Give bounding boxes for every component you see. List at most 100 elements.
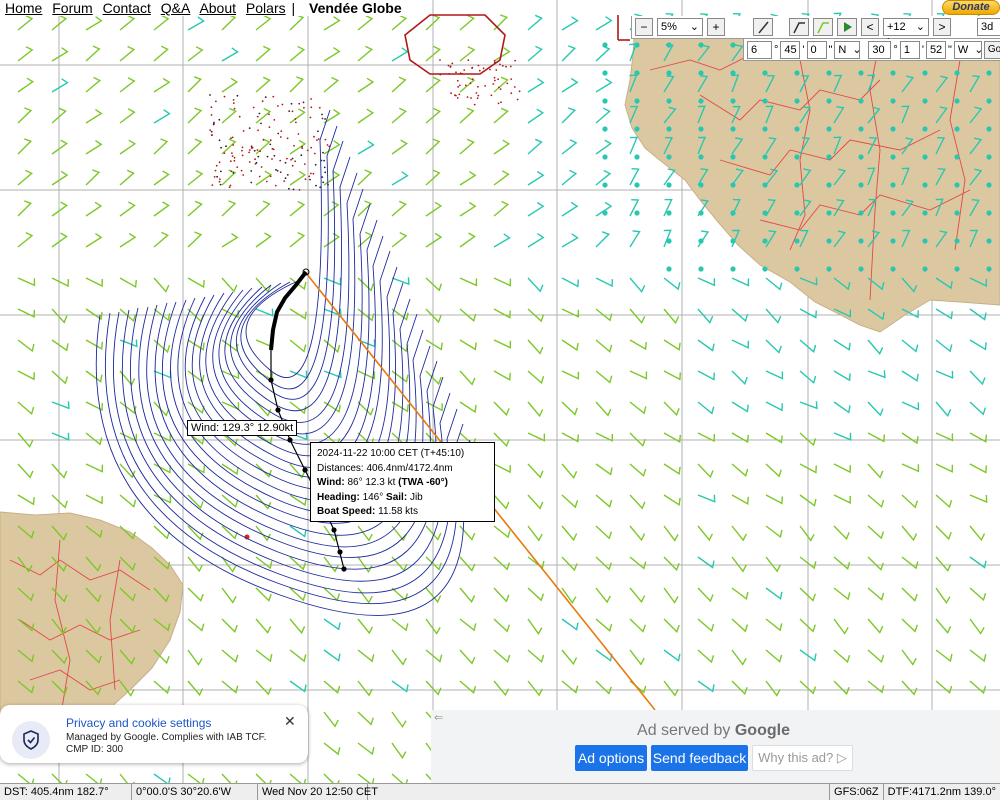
info-sail-value: Jib [409, 491, 423, 503]
wind-barb [731, 587, 749, 601]
measure-tool-icon[interactable] [753, 18, 773, 36]
wind-map[interactable] [0, 0, 1000, 800]
fleet-dot [223, 152, 226, 155]
wind-dot [698, 182, 704, 188]
wind-barb [459, 401, 477, 414]
wind-dot [986, 238, 992, 244]
wind-barb [765, 401, 783, 412]
fleet-dot [478, 69, 481, 72]
wind-barb [493, 401, 510, 417]
lat-min-input[interactable]: 45 [780, 40, 801, 59]
wind-barb [493, 649, 511, 664]
status-date: Wed Nov 20 12:50 CET [258, 784, 378, 800]
duration-select[interactable]: 3d⌄ [977, 18, 1000, 36]
wind-barb [85, 432, 103, 446]
wind-dot [698, 98, 704, 104]
wind-barb [493, 107, 509, 124]
barb-green-icon[interactable] [813, 18, 833, 36]
wind-barb [493, 233, 511, 248]
zoom-in-button[interactable]: + [707, 18, 725, 36]
wind-barb [51, 47, 69, 62]
wind-barb [289, 618, 306, 635]
wind-barb [969, 339, 987, 351]
fleet-dot [473, 103, 476, 106]
wind-dot [794, 154, 800, 160]
track-point [337, 549, 343, 555]
fleet-dot [458, 84, 461, 87]
fleet-dot [317, 138, 320, 140]
play-icon[interactable] [837, 18, 857, 36]
lat-sec-input[interactable]: 0 [806, 40, 827, 59]
nav-polars[interactable]: Polars [246, 0, 286, 16]
fleet-dot [269, 143, 272, 146]
close-icon[interactable]: ✕ [284, 713, 296, 730]
fleet-dot [212, 123, 215, 126]
zoom-select[interactable]: 5% ⌄ [657, 18, 703, 36]
send-feedback-button[interactable]: Send feedback [651, 745, 748, 771]
wind-barb [459, 201, 477, 217]
wind-barb [799, 525, 815, 542]
wind-barb [561, 494, 579, 509]
wind-barb [969, 401, 987, 416]
fleet-dot [306, 149, 309, 152]
donate-button[interactable]: Donate [942, 0, 1000, 15]
fleet-dot [274, 184, 277, 187]
fleet-dot [509, 65, 512, 68]
wind-barb [119, 232, 137, 248]
fleet-dot [250, 147, 253, 149]
fleet-dot [256, 115, 259, 118]
fleet-dot [310, 172, 312, 175]
nav-contact[interactable]: Contact [103, 0, 151, 16]
wind-barb [935, 618, 952, 634]
time-prev-button[interactable]: < [861, 18, 879, 36]
wind-barb [323, 201, 340, 217]
wind-barb [765, 649, 783, 663]
go-button[interactable]: Go! [983, 40, 1000, 59]
nav-home[interactable]: Home [5, 0, 42, 16]
fleet-dot [439, 59, 441, 61]
wind-dot [986, 70, 992, 76]
wind-barb [595, 45, 611, 62]
wind-barb-icon[interactable] [789, 18, 809, 36]
wind-dot [730, 210, 736, 216]
nav-about[interactable]: About [199, 0, 236, 16]
wind-barb [221, 618, 238, 633]
wind-barb [17, 46, 34, 62]
wind-barb [51, 494, 68, 509]
time-step-select[interactable]: +12 h ⌄ [883, 18, 929, 49]
ad-options-button[interactable]: Ad options [575, 745, 647, 771]
lon-sec-input[interactable]: 52 [925, 40, 946, 59]
isochrone-line [240, 125, 338, 390]
nav-forum[interactable]: Forum [52, 0, 92, 16]
info-speed-label: Boat Speed: [317, 506, 376, 517]
lon-deg-input[interactable]: 30 [868, 40, 892, 59]
wind-dot [794, 210, 800, 216]
nav-qa[interactable]: Q&A [161, 0, 191, 16]
lon-hemi-select[interactable]: W ⌄ [953, 40, 983, 59]
fleet-dot [471, 67, 473, 69]
wind-barb [425, 649, 443, 663]
lat-hemi-select[interactable]: N ⌄ [834, 40, 862, 59]
fleet-dot [456, 97, 459, 99]
wind-barb [527, 138, 543, 155]
wind-barb [629, 401, 647, 415]
wind-barb [901, 463, 920, 473]
wind-barb [85, 140, 103, 155]
wind-dot [954, 182, 960, 188]
wind-barb [561, 139, 578, 155]
lat-deg-input[interactable]: 6 [747, 40, 772, 59]
cookie-title[interactable]: Privacy and cookie settings [66, 716, 211, 730]
wind-dot [698, 70, 704, 76]
fleet-dot [497, 102, 500, 105]
fleet-dot [277, 132, 280, 135]
why-this-ad-button[interactable]: Why this ad? ▷ [752, 745, 853, 771]
wind-barb [357, 140, 375, 155]
wind-dot [954, 98, 960, 104]
fleet-dot [284, 177, 287, 180]
time-next-button[interactable]: > [933, 18, 951, 36]
fleet-dot [250, 145, 253, 148]
wind-barb [493, 432, 510, 448]
zoom-out-button[interactable]: − [635, 18, 653, 36]
lon-min-input[interactable]: 1 [899, 40, 920, 59]
fleet-dot [447, 64, 450, 67]
